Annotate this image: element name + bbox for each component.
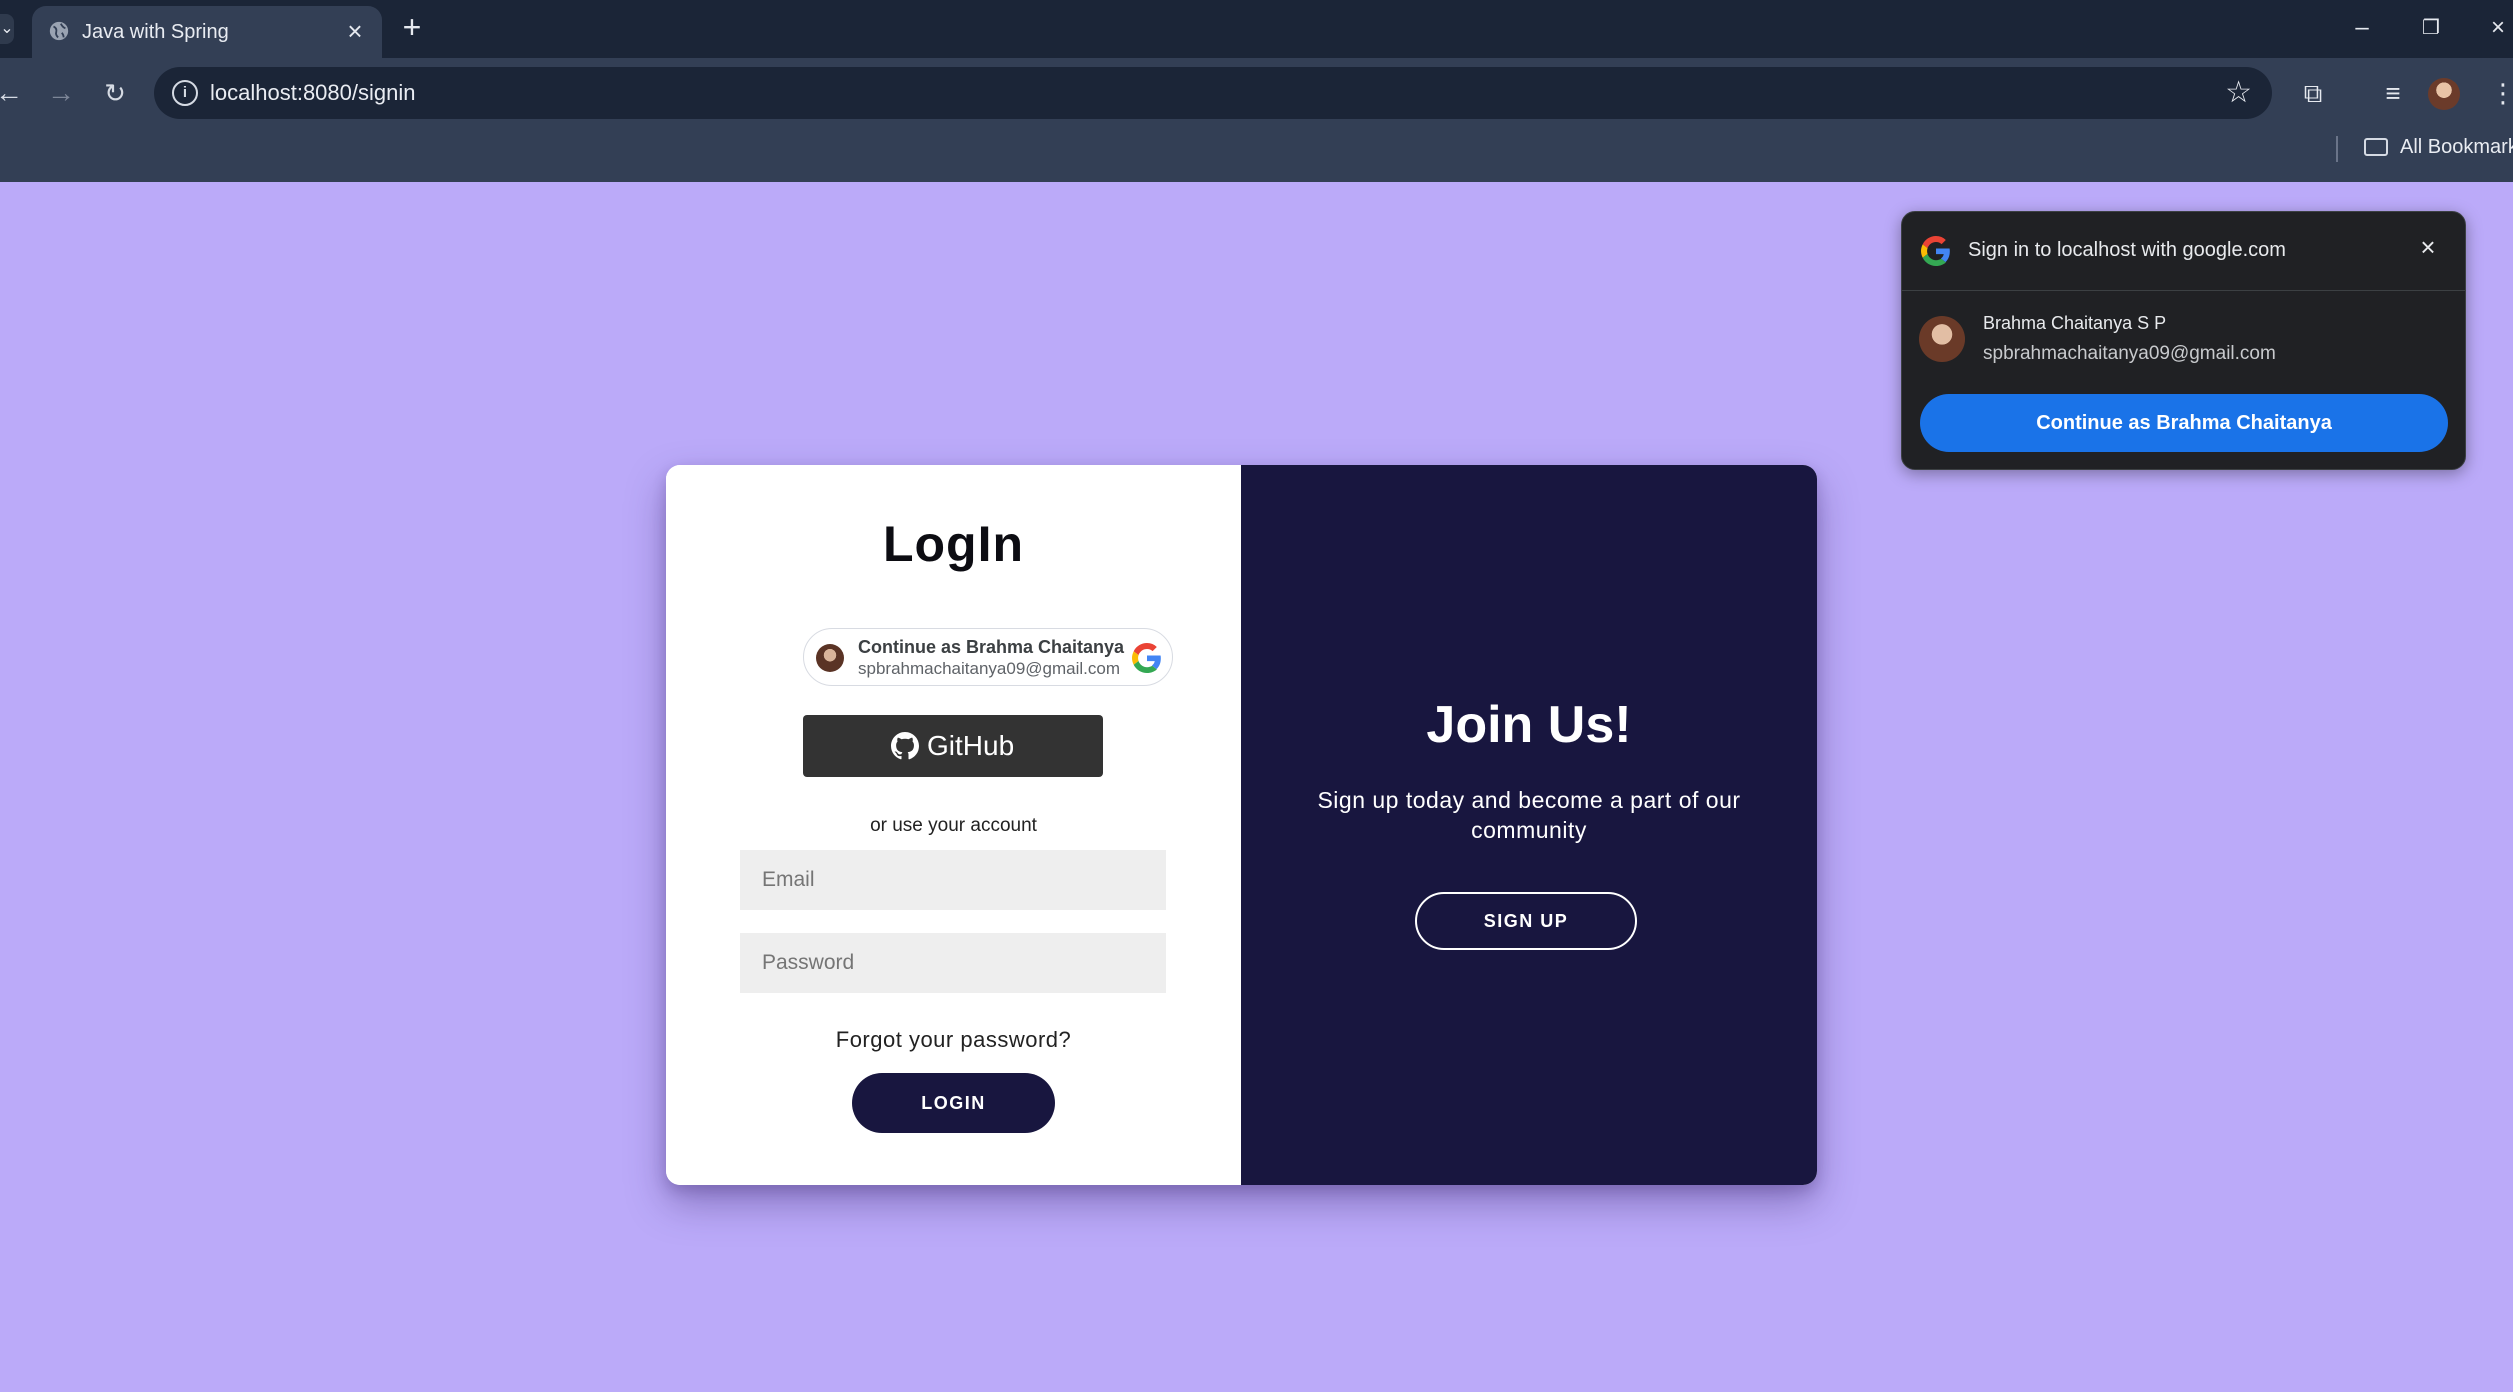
tab-active[interactable]: Java with Spring × <box>32 6 382 58</box>
google-chip-name: Continue as Brahma Chaitanya <box>858 637 1125 657</box>
avatar[interactable] <box>2428 78 2460 110</box>
onetap-account-email: spbrahmachaitanya09@gmail.com <box>1983 343 2276 364</box>
restore-button[interactable]: ❐ <box>2411 10 2451 46</box>
window-close-button[interactable]: × <box>2478 10 2513 46</box>
avatar <box>816 644 844 672</box>
login-title: LogIn <box>882 516 1025 572</box>
tab-bar: ⌄ Java with Spring × + – ❐ × <box>0 0 2513 58</box>
forgot-password-link[interactable]: Forgot your password? <box>666 1027 1241 1053</box>
star-icon[interactable]: ☆ <box>2225 77 2252 109</box>
menu-icon[interactable]: ⋮ <box>2484 74 2513 112</box>
google-icon <box>1132 643 1161 673</box>
tab-title: Java with Spring <box>82 21 229 43</box>
email-field[interactable] <box>740 850 1166 910</box>
google-continue-button[interactable]: Continue as Brahma Chaitanya spbrahmacha… <box>803 628 1173 686</box>
password-field[interactable] <box>740 933 1166 993</box>
join-text: Sign up today and become a part of our c… <box>1317 787 1741 843</box>
signup-panel: Join Us! Sign up today and become a part… <box>1241 465 1817 1185</box>
google-chip-email: spbrahmachaitanya09@gmail.com <box>858 659 1120 678</box>
github-icon <box>891 732 919 760</box>
close-icon[interactable]: × <box>2413 232 2443 262</box>
github-button[interactable]: GitHub <box>803 715 1103 777</box>
url-text[interactable]: localhost:8080/signin <box>210 80 415 106</box>
globe-icon <box>49 21 69 41</box>
minimize-button[interactable]: – <box>2342 10 2382 46</box>
folder-icon[interactable] <box>2364 138 2388 156</box>
bookmarks-bar: All Bookmarks <box>0 128 2513 182</box>
onetap-continue-button[interactable]: Continue as Brahma Chaitanya <box>1920 394 2448 452</box>
divider <box>2336 136 2338 162</box>
onetap-account-name: Brahma Chaitanya S P <box>1983 313 2167 333</box>
all-bookmarks-link[interactable]: All Bookmarks <box>2400 136 2513 159</box>
info-icon[interactable]: i <box>172 80 198 106</box>
avatar <box>1919 316 1965 362</box>
google-icon <box>1921 236 1950 266</box>
github-label: GitHub <box>927 730 1015 761</box>
join-title: Join Us! <box>1426 696 1632 754</box>
auth-card: LogIn Continue as Brahma Chaitanya spbra… <box>666 465 1817 1185</box>
onetap-title: Sign in to localhost with google.com <box>1968 239 2286 261</box>
close-icon[interactable]: × <box>340 16 370 46</box>
browser-toolbar: ← → ↻ i localhost:8080/signin ☆ ⧉ ≡ ⋮ <box>0 58 2513 128</box>
address-bar[interactable]: i localhost:8080/signin ☆ <box>154 67 2272 119</box>
signup-button[interactable]: SIGN UP <box>1415 892 1637 950</box>
google-one-tap-dialog: Sign in to localhost with google.com × B… <box>1901 211 2466 470</box>
reload-icon[interactable]: ↻ <box>96 74 134 112</box>
new-tab-button[interactable]: + <box>396 11 428 44</box>
tab-search-button[interactable]: ⌄ <box>0 14 14 44</box>
forward-icon[interactable]: → <box>42 74 80 112</box>
extensions-icon[interactable]: ⧉ <box>2294 74 2332 112</box>
login-button[interactable]: LOGIN <box>852 1073 1055 1133</box>
reading-list-icon[interactable]: ≡ <box>2374 74 2412 112</box>
login-form: LogIn Continue as Brahma Chaitanya spbra… <box>666 465 1241 1185</box>
back-icon[interactable]: ← <box>0 74 28 112</box>
alt-login-text: or use your account <box>870 815 1037 836</box>
divider <box>1902 290 2465 291</box>
